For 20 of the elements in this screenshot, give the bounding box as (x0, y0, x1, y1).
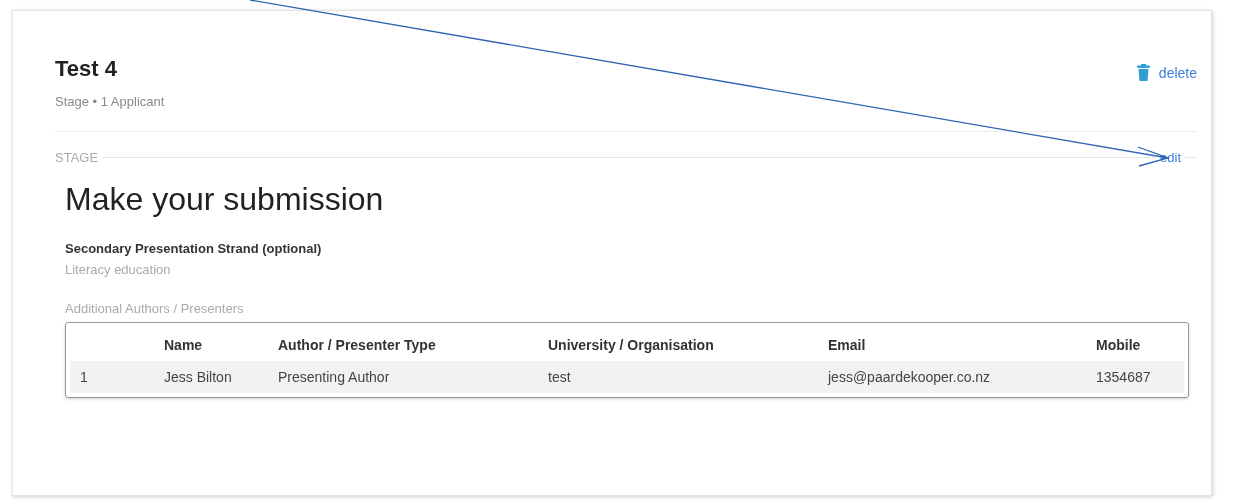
column-header: Author / Presenter Type (277, 337, 437, 353)
field-label: Secondary Presentation Strand (optional) (65, 241, 323, 256)
column-header: Mobile (1095, 337, 1142, 353)
item-title: Test 4 (55, 56, 118, 82)
table-cell-text: Jess Bilton (163, 369, 233, 385)
column-header: Name (163, 337, 204, 353)
section-label: STAGE (55, 150, 99, 165)
column-header: Email (827, 337, 867, 353)
trash-icon (1136, 64, 1150, 81)
table-cell-text: 1354687 (1095, 369, 1152, 385)
column-header: University / Organisation (547, 337, 715, 353)
table-cell-text: jess@paardekooper.co.nz (826, 369, 992, 385)
form-heading: Make your submission (65, 181, 385, 218)
item-subtitle: Stage • 1 Applicant (55, 94, 165, 109)
table-cell-text: Presenting Author (277, 369, 391, 385)
table-cell-text: 1 (79, 369, 89, 385)
delete-link[interactable]: delete (1158, 64, 1197, 81)
table-cell-text: test (547, 369, 572, 385)
field-value: Literacy education (65, 262, 172, 277)
table-label: Additional Authors / Presenters (65, 301, 245, 316)
